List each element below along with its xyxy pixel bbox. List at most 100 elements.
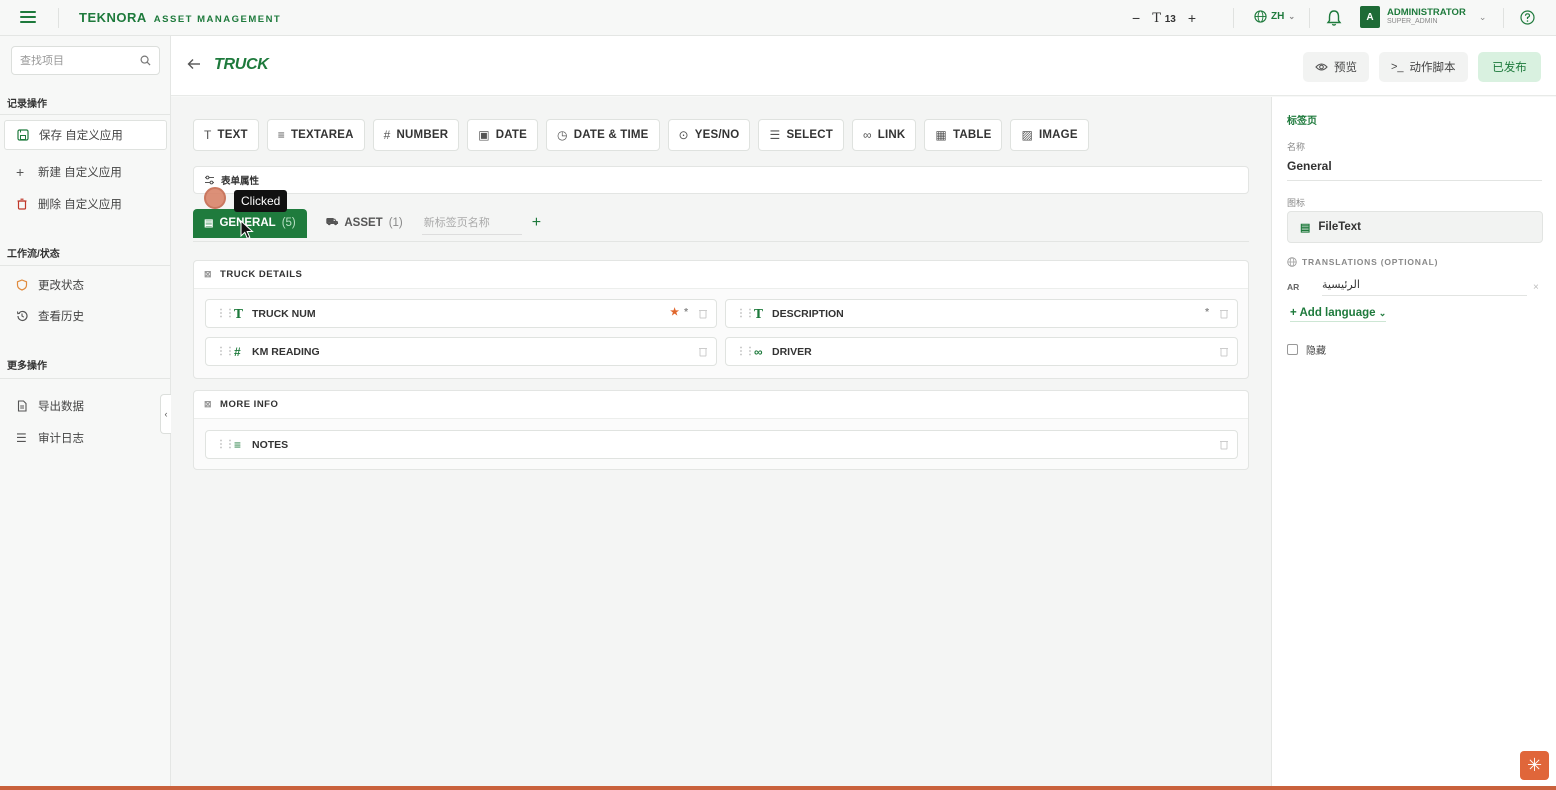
hide-toggle[interactable]: 隐藏 [1287,342,1326,357]
bell-icon[interactable] [1326,9,1342,27]
preview-label: 预览 [1334,62,1357,74]
audit-log-button[interactable]: ☰ 审计日志 [4,423,167,453]
icon-picker[interactable]: ▤ FileText [1287,211,1543,243]
font-size-display: T 13 [1152,9,1176,26]
field-type-table-button[interactable]: ▦ TABLE [924,119,1003,151]
hide-checkbox[interactable] [1287,344,1298,355]
drag-handle-icon[interactable]: ⋮⋮ [216,346,235,357]
publish-button[interactable]: 已发布 [1478,52,1541,82]
drag-handle-icon[interactable]: ⋮⋮ [736,346,755,357]
new-app-button[interactable]: + 新建 自定义应用 [4,157,167,187]
field-type-select-button[interactable]: ☰ SELECT [758,119,845,151]
export-data-label: 导出数据 [38,401,84,413]
divider [193,241,1249,242]
search-input[interactable] [20,54,130,67]
field-driver[interactable]: ⋮⋮ ∞ DRIVER [725,337,1238,366]
audit-log-label: 审计日志 [38,433,84,445]
field-type-image-button[interactable]: ▨ IMAGE [1010,119,1089,151]
sidebar-collapse-toggle[interactable]: ‹ [160,394,171,434]
menu-icon[interactable] [20,11,36,25]
section-grid-icon: ⊠ [204,399,213,409]
assistant-button[interactable]: ✳ [1520,751,1549,780]
user-menu[interactable]: A ADMINISTRATOR SUPER_ADMIN ⌄ [1360,6,1486,28]
back-arrow-icon[interactable] [187,58,201,70]
change-status-label: 更改状态 [38,280,84,292]
field-type-textarea-button[interactable]: ≡ TEXTAREA [266,119,365,151]
field-type-link-button[interactable]: ∞ LINK [852,119,917,151]
export-data-button[interactable]: 导出数据 [4,391,167,421]
sidebar-search [11,46,160,75]
form-properties-bar[interactable]: 表单属性 [193,166,1249,194]
field-description[interactable]: ⋮⋮ T DESCRIPTION * [725,299,1238,328]
field-notes[interactable]: ⋮⋮ ≡ NOTES [205,430,1238,459]
chevron-down-icon: ⌄ [1478,11,1487,22]
add-language-button[interactable]: + Add language ⌄ [1290,307,1387,322]
section-title: MORE INFO [220,399,279,410]
view-history-button[interactable]: 查看历史 [4,301,167,331]
tab-asset[interactable]: ⛟ ASSET (1) [315,209,414,238]
new-app-label: 新建 自定义应用 [38,167,122,179]
field-type-date-button[interactable]: ▣ DATE [467,119,539,151]
field-truck-num[interactable]: ⋮⋮ T TRUCK NUM ★ * [205,299,717,328]
divider [0,378,170,379]
language-selector[interactable]: ZH ⌄ [1254,10,1295,23]
font-decrease-button[interactable]: − [1132,10,1140,26]
field-type-label: YES/NO [694,129,740,141]
field-type-date-time-button[interactable]: ◷ DATE & TIME [546,119,660,151]
translation-input[interactable]: الرئيسية [1322,278,1527,296]
tab-name-field[interactable]: General [1287,159,1542,181]
help-icon[interactable] [1520,10,1535,25]
field-type-label: TABLE [952,129,992,141]
section-title-workflow: 工作流/状态 [7,249,60,260]
field-type-icon: T [204,128,212,142]
icon-label: 图标 [1287,198,1306,208]
file-text-icon: ▤ [1300,221,1311,234]
language-code: ZH [1271,11,1285,22]
add-tab-button[interactable]: + [532,214,541,232]
delete-app-button[interactable]: 删除 自定义应用 [4,189,167,219]
change-status-button[interactable]: 更改状态 [4,270,167,300]
section-grid-icon: ⊠ [204,269,213,279]
translations-header: TRANSLATIONS (OPTIONAL) [1287,257,1438,267]
mouse-cursor-icon [240,220,254,240]
new-tab-name-input[interactable] [421,211,522,235]
field-flags: * [1205,307,1209,318]
field-type-label: TEXT [217,129,248,141]
section-truck-details: ⊠ TRUCK DETAILS ⋮⋮ T TRUCK NUM ★ * ⋮⋮ T D… [193,260,1249,379]
tooltip: Clicked [234,190,288,212]
drag-handle-icon[interactable]: ⋮⋮ [736,308,755,319]
field-type-icon: ☰ [769,128,781,142]
trash-icon[interactable] [1219,346,1229,357]
link-type-icon: ∞ [754,344,763,359]
field-type-label: DATE & TIME [573,129,649,141]
asterisk-icon: * [684,307,688,318]
field-km-reading[interactable]: ⋮⋮ # KM READING [205,337,717,366]
trash-icon [17,198,27,210]
brand-logo[interactable]: TEKNORA ASSET MANAGEMENT [79,10,281,25]
section-header: ⊠ MORE INFO [194,391,1248,419]
preview-button[interactable]: 预览 [1303,52,1369,82]
close-icon[interactable]: × [1533,282,1539,293]
trash-icon[interactable] [698,308,708,319]
search-icon[interactable] [140,55,151,66]
add-language-label: + Add language [1290,307,1376,319]
page-title: TRUCK [214,56,269,73]
field-type-label: IMAGE [1039,129,1078,141]
field-type-icon: ⊙ [678,128,689,142]
tab-asset-count: (1) [388,217,403,229]
trash-icon[interactable] [698,346,708,357]
drag-handle-icon[interactable]: ⋮⋮ [216,308,235,319]
trash-icon[interactable] [1219,308,1229,319]
field-type-label: SELECT [786,129,834,141]
panel-title: 标签页 [1287,116,1317,127]
field-type-text-button[interactable]: T TEXT [193,119,259,151]
font-increase-button[interactable]: + [1188,10,1196,26]
drag-handle-icon[interactable]: ⋮⋮ [216,439,235,450]
field-type-number-button[interactable]: # NUMBER [372,119,460,151]
section-more-info: ⊠ MORE INFO ⋮⋮ ≡ NOTES [193,390,1249,470]
divider [1233,8,1234,28]
field-type-yes-no-button[interactable]: ⊙ YES/NO [667,119,751,151]
trash-icon[interactable] [1219,439,1229,450]
action-script-button[interactable]: >_ 动作脚本 [1379,52,1468,82]
save-app-button[interactable]: 保存 自定义应用 [4,120,167,150]
